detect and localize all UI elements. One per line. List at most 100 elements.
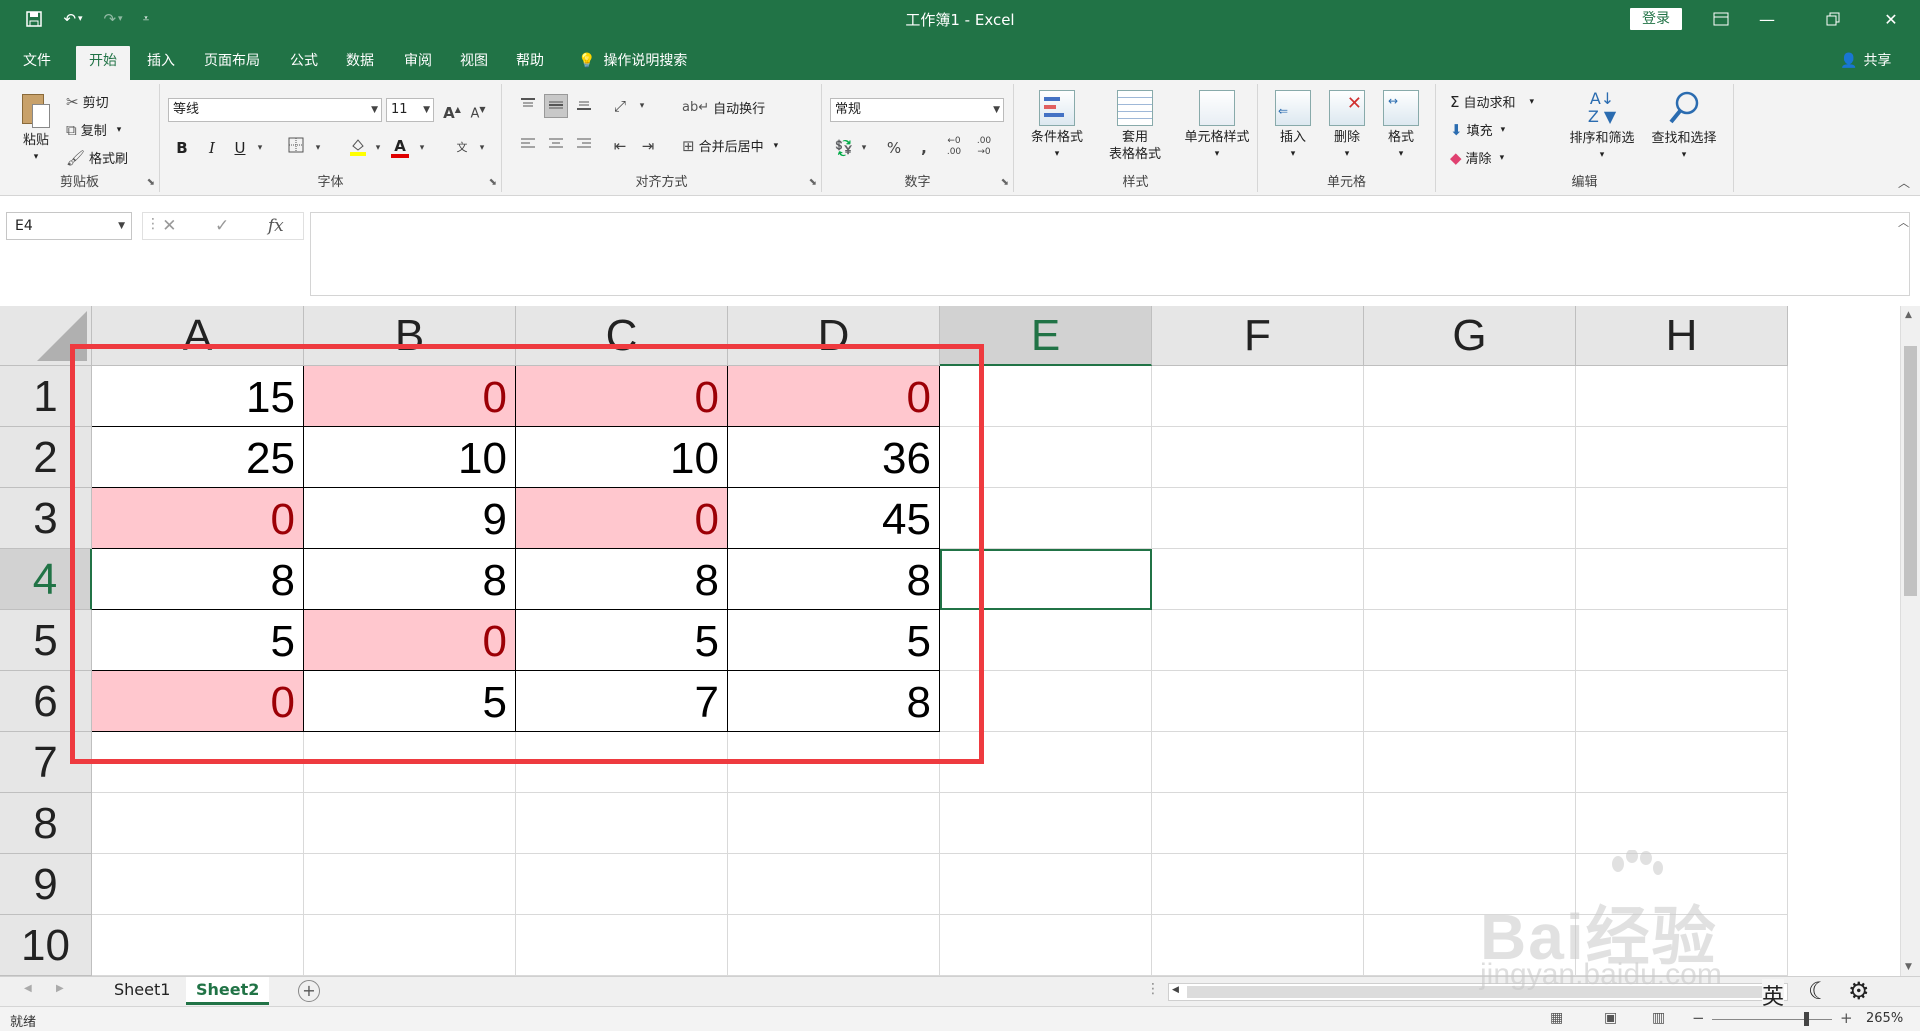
row-header-7[interactable]: 7 [0,732,92,793]
chevron-down-icon[interactable]: ▾ [248,136,272,160]
font-name-select[interactable]: 等线 ▼ [168,98,382,122]
page-layout-view-icon[interactable]: ▣ [1604,1010,1617,1026]
cell-f7[interactable] [1152,732,1364,793]
save-icon[interactable] [22,8,46,30]
column-header-c[interactable]: C [516,306,728,366]
column-header-a[interactable]: A [92,306,304,366]
cell-a8[interactable] [92,793,304,854]
cell-b6[interactable]: 5 [304,671,516,732]
cell-h8[interactable] [1576,793,1788,854]
chevron-down-icon[interactable]: ▾ [366,136,390,160]
cell-c7[interactable] [516,732,728,793]
cell-b5[interactable]: 0 [304,610,516,671]
cell-e4[interactable] [940,549,1152,610]
chevron-down-icon[interactable]: ▾ [470,136,494,160]
align-top-icon[interactable] [516,94,540,118]
cell-d9[interactable] [728,854,940,915]
login-button[interactable]: 登录 [1630,8,1682,30]
cancel-icon[interactable]: ✕ [162,216,176,236]
tell-me-search[interactable]: 💡 操作说明搜索 [578,46,687,76]
cell-h7[interactable] [1576,732,1788,793]
cut-button[interactable]: ✂ 剪切 [66,92,109,112]
horizontal-scroll-thumb[interactable] [1187,986,1767,998]
cell-f8[interactable] [1152,793,1364,854]
cell-c3[interactable]: 0 [516,488,728,549]
cell-a2[interactable]: 25 [92,427,304,488]
cell-f4[interactable] [1152,549,1364,610]
row-header-3[interactable]: 3 [0,488,92,549]
cell-f10[interactable] [1152,915,1364,976]
cell-g9[interactable] [1364,854,1576,915]
sheet-tab-sheet2[interactable]: Sheet2 [186,977,270,1005]
close-icon[interactable]: ✕ [1868,0,1914,38]
cell-g2[interactable] [1364,427,1576,488]
cell-c9[interactable] [516,854,728,915]
clipboard-launcher-icon[interactable]: ⬊ [147,177,155,188]
zoom-out-icon[interactable]: − [1692,1009,1705,1027]
cell-b7[interactable] [304,732,516,793]
cell-b10[interactable] [304,915,516,976]
number-launcher-icon[interactable]: ⬊ [1001,177,1009,188]
decrease-decimal-icon[interactable]: .00 →0 [972,136,996,160]
scroll-sheets-left-icon[interactable]: ◀ [24,983,32,994]
zoom-level[interactable]: 265% [1866,1011,1903,1026]
tab-page-layout[interactable]: 页面布局 [196,46,268,80]
split-handle-icon[interactable]: ⋮ [1146,981,1160,997]
tab-file[interactable]: 文件 [14,46,60,80]
expand-formula-bar-icon[interactable]: ︿ [1898,214,1909,230]
cell-e9[interactable] [940,854,1152,915]
row-header-4[interactable]: 4 [0,549,92,610]
scroll-up-icon[interactable]: ▲ [1905,310,1912,320]
cell-a5[interactable]: 5 [92,610,304,671]
cell-b8[interactable] [304,793,516,854]
cell-b2[interactable]: 10 [304,427,516,488]
row-header-2[interactable]: 2 [0,427,92,488]
cell-f1[interactable] [1152,366,1364,427]
row-header-1[interactable]: 1 [0,366,92,427]
cell-styles-button[interactable]: 单元格样式 ▾ [1176,90,1258,163]
cell-c1[interactable]: 0 [516,366,728,427]
cell-e6[interactable] [940,671,1152,732]
font-color-icon[interactable]: A [388,134,412,158]
cell-d1[interactable]: 0 [728,366,940,427]
cell-e8[interactable] [940,793,1152,854]
cell-g10[interactable] [1364,915,1576,976]
format-cells-button[interactable]: ↔ 格式 ▾ [1376,90,1426,163]
font-size-select[interactable]: 11 ▼ [386,98,434,122]
cell-g5[interactable] [1364,610,1576,671]
font-launcher-icon[interactable]: ⬊ [489,177,497,188]
cell-b4[interactable]: 8 [304,549,516,610]
format-as-table-button[interactable]: 套用 表格格式 [1100,90,1170,163]
wrap-text-button[interactable]: ab↵ 自动换行 [682,98,765,117]
horizontal-scrollbar[interactable]: ◀ [1168,983,1788,1001]
cell-a3[interactable]: 0 [92,488,304,549]
clear-button[interactable]: ◆ 清除 ▾ [1450,148,1504,168]
cell-e5[interactable] [940,610,1152,671]
cell-a7[interactable] [92,732,304,793]
copy-button[interactable]: ⧉ 复制 ▾ [66,120,121,140]
cell-f5[interactable] [1152,610,1364,671]
cell-g7[interactable] [1364,732,1576,793]
decrease-indent-icon[interactable]: ⇤ [608,134,632,158]
add-sheet-icon[interactable]: + [298,980,320,1002]
delete-cells-button[interactable]: ✕ 删除 ▾ [1322,90,1372,163]
cell-a6[interactable]: 0 [92,671,304,732]
cell-d5[interactable]: 5 [728,610,940,671]
cell-d3[interactable]: 45 [728,488,940,549]
decrease-font-size-icon[interactable]: A▼ [466,98,490,122]
row-header-5[interactable]: 5 [0,610,92,671]
tab-insert[interactable]: 插入 [140,46,182,80]
cell-c2[interactable]: 10 [516,427,728,488]
insert-function-icon[interactable]: fx [268,216,284,236]
cell-c5[interactable]: 5 [516,610,728,671]
bold-icon[interactable]: B [170,136,194,160]
orientation-icon[interactable]: ⤢ [608,94,632,118]
ribbon-display-options-icon[interactable] [1698,0,1744,38]
tab-data[interactable]: 数据 [338,46,382,80]
cell-g6[interactable] [1364,671,1576,732]
align-right-icon[interactable] [572,134,596,158]
cell-c10[interactable] [516,915,728,976]
row-header-10[interactable]: 10 [0,915,92,976]
vertical-scrollbar[interactable]: ▲ ▼ [1900,306,1920,976]
cell-d2[interactable]: 36 [728,427,940,488]
